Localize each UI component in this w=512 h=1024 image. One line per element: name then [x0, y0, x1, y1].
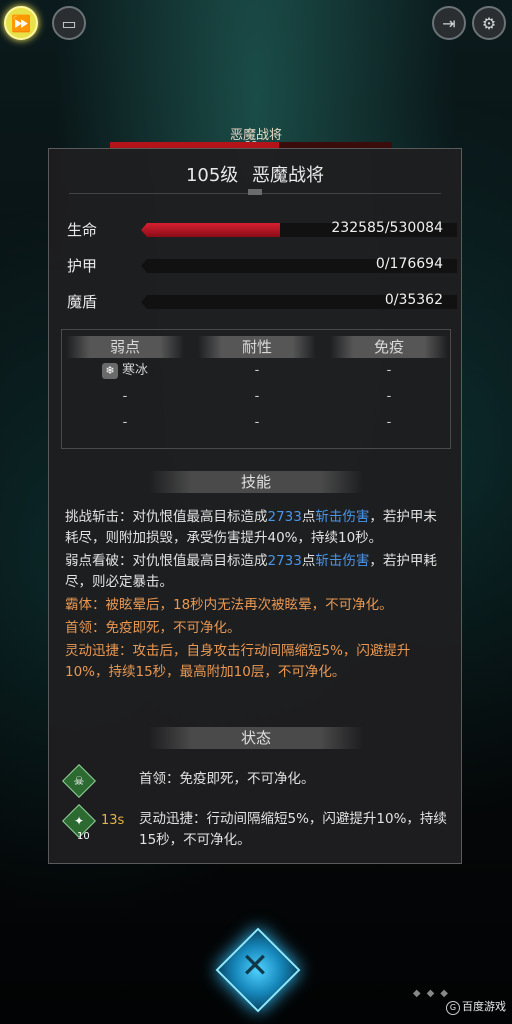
status-entry: ☠ 首领：免疫即死，不可净化。 — [61, 764, 455, 799]
title-notch — [248, 189, 262, 195]
stat-row-shield: 魔盾 0/35362 — [67, 291, 457, 311]
stat-value: 0/35362 — [384, 292, 443, 308]
skills-list: 挑战斩击：对仇恨值最高目标造成2733点斩击伤害，若护甲未耗尽，则附加损毁，承受… — [65, 507, 449, 685]
status-timer: 13s — [101, 813, 125, 828]
watermark: G 百度游戏 — [446, 998, 506, 1015]
resist-cell: - — [254, 415, 260, 430]
resist-header: 耐性 — [198, 336, 316, 358]
close-icon: ✕ — [240, 946, 270, 986]
enemy-level: 105级 — [185, 165, 239, 186]
fast-forward-icon: ⏩ — [11, 13, 31, 33]
status-text: 首领：免疫即死，不可净化。 — [139, 771, 315, 787]
skill-entry: 霸体：被眩晕后，18秒内无法再次被眩晕，不可净化。 — [65, 597, 393, 613]
weakness-cell: - — [122, 415, 128, 430]
skill-damage-type: 斩击伤害 — [315, 509, 370, 525]
stat-label: 护甲 — [67, 257, 98, 275]
stat-row-hp: 生命 232585/530084 — [67, 219, 457, 239]
skill-entry: 弱点看破：对仇恨值最高目标造成2733点斩击伤害，若护甲耗尽，则必定暴击。 — [65, 551, 449, 593]
skill-entry: 灵动迅捷：攻击后，自身攻击行动间隔缩短5%，闪避提升10%，持续15秒，最高附加… — [65, 643, 411, 680]
skill-text: 挑战斩击：对仇恨值最高目标造成 — [65, 509, 268, 525]
weakness-cell: ❄ 寒冰 — [66, 358, 184, 384]
skill-damage-type: 斩击伤害 — [315, 553, 370, 569]
skills-header: 技能 — [149, 471, 363, 493]
status-header: 状态 — [149, 727, 363, 749]
snowflake-icon: ❄ — [101, 362, 118, 379]
auto-battle-button[interactable]: ▭ — [52, 6, 86, 40]
wind-glyph: ✦ — [73, 814, 85, 828]
monitor-icon: ▭ — [61, 13, 77, 33]
immune-cell: - — [386, 389, 392, 404]
enemy-name: 恶魔战将 — [252, 165, 325, 186]
watermark-text: 百度游戏 — [462, 1000, 506, 1013]
skill-text: 弱点看破：对仇恨值最高目标造成 — [65, 553, 268, 569]
resist-column: 耐性 - - - — [198, 336, 316, 436]
skill-damage-value: 2733 — [267, 553, 302, 569]
exit-icon: ⇥ — [442, 13, 456, 33]
stat-row-armor: 护甲 0/176694 — [67, 255, 457, 275]
settings-button[interactable]: ⚙ — [472, 6, 506, 40]
weakness-cell: - — [122, 389, 128, 404]
immune-column: 免疫 - - - — [330, 336, 448, 436]
resist-cell: - — [254, 363, 260, 378]
skill-text: 点 — [301, 509, 316, 525]
resist-cell: - — [254, 389, 260, 404]
skull-glyph: ☠ — [73, 774, 85, 788]
weakness-header: 弱点 — [66, 336, 184, 358]
weakness-value: 寒冰 — [121, 363, 148, 378]
status-text: 灵动迅捷：行动间隔缩短5%，闪避提升10%，持续15秒，不可净化。 — [139, 811, 447, 848]
panel-title: 105级 恶魔战将 — [49, 161, 461, 187]
enemy-info-panel: 105级 恶魔战将 生命 232585/530084 护甲 0/176694 魔… — [48, 148, 462, 864]
immune-cell: - — [386, 415, 392, 430]
stat-value: 0/176694 — [375, 256, 443, 272]
skill-entry: 挑战斩击：对仇恨值最高目标造成2733点斩击伤害，若护甲未耗尽，则附加损毁，承受… — [65, 507, 449, 549]
immune-header: 免疫 — [330, 336, 448, 358]
fast-forward-button[interactable]: ⏩ — [4, 6, 38, 40]
stat-label: 魔盾 — [67, 293, 98, 311]
resistance-table: 弱点 ❄ 寒冰 - - 耐性 - - - 免疫 - - - — [61, 329, 451, 449]
stat-label: 生命 — [67, 221, 98, 239]
status-stack-count: 10 — [77, 831, 90, 842]
weakness-column: 弱点 ❄ 寒冰 - - — [66, 336, 184, 436]
hp-bar-fill — [141, 223, 281, 237]
close-button[interactable]: ✕ — [212, 927, 301, 1016]
watermark-logo-icon: G — [446, 1001, 460, 1015]
skill-damage-value: 2733 — [267, 509, 302, 525]
status-entry: ✦ 10 13s 灵动迅捷：行动间隔缩短5%，闪避提升10%，持续15秒，不可净… — [61, 804, 455, 853]
immune-cell: - — [386, 363, 392, 378]
gear-icon: ⚙ — [481, 13, 497, 33]
skill-text: 点 — [301, 553, 316, 569]
skill-entry: 首领：免疫即死，不可净化。 — [65, 620, 241, 636]
stat-value: 232585/530084 — [331, 220, 443, 236]
exit-button[interactable]: ⇥ — [432, 6, 466, 40]
